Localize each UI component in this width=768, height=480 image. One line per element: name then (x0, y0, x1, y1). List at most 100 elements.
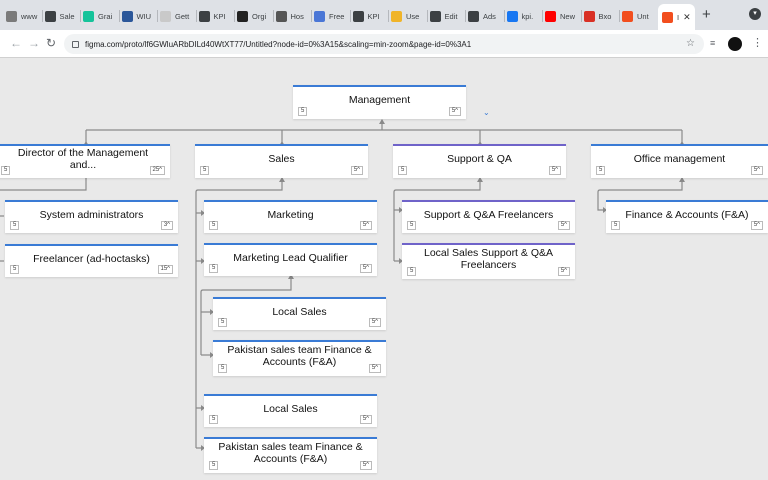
node-support-qa-freelancers[interactable]: Support & Q&A Freelancers 5 5^ (402, 200, 575, 233)
tab-label: Grai (98, 11, 113, 21)
count-badge: 5 (10, 265, 20, 274)
browser-tab[interactable]: Gett (160, 6, 195, 26)
count-badge: 5^ (548, 166, 561, 175)
tab-favicon-icon (6, 10, 17, 22)
tab-label: kpi. (521, 11, 534, 21)
browser-tab[interactable]: Free (314, 6, 349, 26)
tab-favicon-icon (121, 10, 133, 22)
active-tab[interactable]: I ✕ (658, 4, 695, 30)
tab-favicon-icon (545, 10, 556, 22)
tab-separator (41, 10, 43, 22)
browser-tab[interactable]: Hos (275, 6, 311, 26)
browser-tab[interactable]: WIU (121, 6, 157, 26)
count-badge: 3^ (160, 221, 173, 230)
browser-tab[interactable]: Edit (429, 6, 465, 26)
count-badge: 5^ (359, 461, 372, 470)
count-badge: 5^ (750, 166, 763, 175)
count-badge: 5 (200, 166, 210, 175)
tab-separator (542, 10, 543, 22)
tab-label: Ads (483, 11, 496, 21)
tab-label: Bxo (598, 11, 612, 21)
node-pakistan-sales[interactable]: Pakistan sales team Finance & Accounts (… (204, 437, 377, 473)
tab-separator (80, 10, 81, 22)
tab-favicon-icon (506, 10, 518, 22)
node-label: System administrators (39, 208, 144, 221)
bookmark-star-icon[interactable]: ☆ (686, 38, 695, 49)
node-finance-accounts[interactable]: Finance & Accounts (F&A) 5 5^ (606, 200, 768, 233)
browser-tab[interactable]: Use (391, 6, 426, 26)
close-tab-icon[interactable]: ✕ (683, 12, 691, 23)
browser-tab[interactable]: KPI (352, 6, 388, 26)
tab-favicon-icon (160, 10, 171, 22)
tab-separator (349, 10, 351, 22)
count-badge: 5^ (359, 264, 372, 273)
node-director[interactable]: Director of the Management and... 5 25^ (0, 144, 170, 178)
node-management[interactable]: Management 5 5^ (293, 85, 466, 119)
node-local-sales-support[interactable]: Local Sales Support & Q&A Freelancers 5 … (402, 243, 575, 279)
more-menu-icon[interactable]: ⋮ (752, 36, 763, 49)
tab-separator (388, 10, 389, 22)
node-pakistan-sales-inner[interactable]: Pakistan sales team Finance & Accounts (… (213, 340, 386, 376)
browser-tab[interactable]: kpi. (506, 6, 542, 26)
count-badge: 5 (398, 166, 408, 175)
tab-label: Orgi (252, 11, 267, 21)
node-label: Freelancer (ad-hoctasks) (33, 252, 150, 265)
node-label: Office management (633, 153, 726, 165)
reload-icon[interactable]: ↻ (46, 36, 56, 50)
node-office-management[interactable]: Office management 5 5^ (591, 144, 768, 178)
media-control-icon[interactable]: ≡ (710, 38, 715, 48)
node-label: Support & Q&A Freelancers (423, 208, 554, 221)
tab-favicon-icon (583, 10, 595, 22)
browser-tab[interactable]: Unt (622, 6, 657, 26)
count-badge: 5^ (368, 318, 381, 327)
browser-tab[interactable]: Grai (83, 6, 118, 26)
node-label: Pakistan sales team Finance & Accounts (… (227, 344, 372, 368)
tab-label: WIU (136, 11, 152, 21)
new-tab-button[interactable]: + (702, 6, 711, 23)
forward-arrow-icon[interactable]: → (28, 36, 40, 50)
tab-favicon-icon (429, 10, 441, 22)
browser-tab[interactable]: Ads (468, 6, 503, 26)
browser-tab[interactable]: www (6, 6, 41, 26)
browser-tab[interactable]: New (545, 6, 580, 26)
url-text: figma.com/proto/lf6GWluARbDILd40WtXT77/U… (85, 39, 472, 49)
browser-tab-strip: www Sale Grai WIU Gett KPI Orgi Hos Free KPI Use Ed… (0, 0, 768, 30)
back-arrow-icon[interactable]: ← (10, 36, 22, 50)
tab-label: www (21, 11, 38, 21)
node-sales[interactable]: Sales 5 5^ (195, 144, 368, 178)
tab-label: I (677, 12, 680, 22)
tab-separator (118, 10, 120, 22)
tab-separator (234, 10, 235, 22)
node-system-administrators[interactable]: System administrators 5 3^ (5, 200, 178, 233)
tab-favicon-icon (198, 10, 210, 22)
count-badge: 5 (1, 166, 11, 175)
node-freelancer-adhoc[interactable]: Freelancer (ad-hoctasks) 5 15^ (5, 244, 178, 277)
count-badge: 5 (218, 364, 228, 373)
browser-tab[interactable]: Sale (44, 6, 80, 26)
count-badge: 5 (209, 264, 219, 273)
node-label: Marketing (267, 208, 314, 221)
browser-tab[interactable]: KPI (198, 6, 234, 26)
tab-favicon-icon (83, 10, 94, 22)
count-badge: 25^ (149, 166, 165, 175)
tab-search-icon[interactable]: ▾ (749, 8, 761, 20)
node-local-sales-inner[interactable]: Local Sales 5 5^ (213, 297, 386, 330)
lock-icon (72, 40, 79, 48)
tab-separator (426, 10, 428, 22)
node-local-sales[interactable]: Local Sales 5 5^ (204, 394, 377, 427)
profile-avatar[interactable] (728, 37, 742, 51)
node-support-qa[interactable]: Support & QA 5 5^ (393, 144, 566, 178)
node-label: Local Sales (263, 402, 318, 415)
address-bar[interactable]: figma.com/proto/lf6GWluARbDILd40WtXT77/U… (64, 34, 704, 54)
browser-tab[interactable]: Bxo (583, 6, 619, 26)
node-label: Marketing Lead Qualifier (233, 251, 348, 264)
count-badge: 5 (209, 221, 219, 230)
node-marketing-lead-qualifier[interactable]: Marketing Lead Qualifier 5 5^ (204, 243, 377, 276)
node-label: Support & QA (447, 153, 512, 165)
count-badge: 5 (407, 267, 417, 276)
browser-tab[interactable]: Orgi (237, 6, 272, 26)
tab-label: New (560, 11, 576, 21)
node-marketing[interactable]: Marketing 5 5^ (204, 200, 377, 233)
tab-separator (580, 10, 582, 22)
expand-chevron-icon[interactable]: ⌄ (483, 108, 490, 117)
